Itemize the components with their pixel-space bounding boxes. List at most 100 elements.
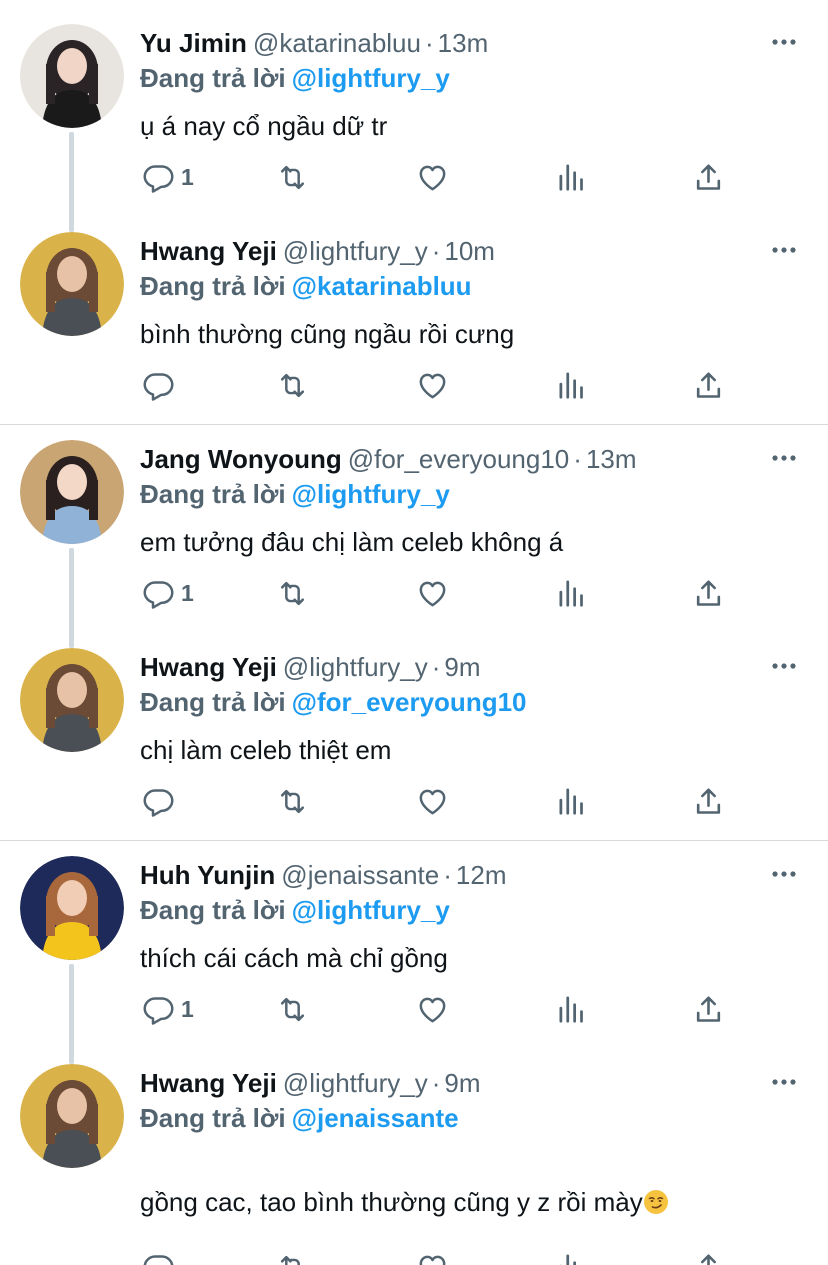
retweet-icon [280, 373, 305, 397]
tweet[interactable]: Hwang Yeji @lightfury_y · 9m Đang trả lời @j… [0, 1040, 828, 1265]
share-button[interactable] [692, 992, 725, 1026]
like-button[interactable] [416, 576, 449, 610]
timestamp[interactable]: 13m [438, 28, 489, 58]
timestamp[interactable]: 9m [444, 1068, 480, 1098]
replying-to-label: Đang trả lời [140, 895, 286, 925]
tweet[interactable]: Hwang Yeji @lightfury_y · 10m Đang trả lời @… [0, 208, 828, 416]
timestamp[interactable]: 13m [586, 444, 637, 474]
display-name[interactable]: Huh Yunjin [140, 860, 275, 890]
tweet-text-content: ụ á nay cổ ngầu dữ tr [140, 111, 388, 141]
like-button[interactable] [416, 992, 449, 1026]
avatar[interactable] [20, 1064, 124, 1168]
reply-button[interactable] [142, 784, 181, 818]
reply-button[interactable] [142, 1250, 181, 1265]
replying-to: Đang trả lời @lightfury_y [140, 893, 450, 927]
tweet-header: Hwang Yeji @lightfury_y · 9m [140, 1066, 481, 1100]
display-name[interactable]: Hwang Yeji [140, 1068, 277, 1098]
replying-to-mention[interactable]: @katarinabluu [292, 271, 472, 301]
timestamp[interactable]: 12m [456, 860, 507, 890]
tweet-text: gồng cac, tao bình thường cũng y z rồi m… [140, 1184, 669, 1220]
more-horizontal-icon[interactable] [770, 652, 798, 680]
user-handle[interactable]: @for_everyoung10 [348, 444, 570, 474]
reply-button[interactable]: 1 [142, 992, 194, 1026]
more-horizontal-icon[interactable] [770, 444, 798, 472]
user-handle[interactable]: @jenaissante [281, 860, 439, 890]
reply-count: 1 [181, 579, 194, 606]
user-handle[interactable]: @lightfury_y [283, 236, 428, 266]
heart-icon [419, 373, 446, 398]
views-chart-icon [559, 1253, 576, 1265]
user-handle[interactable]: @lightfury_y [283, 652, 428, 682]
reply-count: 1 [181, 163, 194, 190]
replying-to-mention[interactable]: @lightfury_y [292, 479, 450, 509]
views-button[interactable] [554, 576, 587, 610]
user-handle[interactable]: @lightfury_y [283, 1068, 428, 1098]
avatar[interactable] [20, 232, 124, 336]
tweet-text: bình thường cũng ngầu rồi cưng [140, 316, 514, 352]
replying-to-label: Đang trả lời [140, 271, 286, 301]
reply-button[interactable] [142, 368, 181, 402]
share-button[interactable] [692, 160, 725, 194]
views-button[interactable] [554, 368, 587, 402]
like-button[interactable] [416, 1250, 449, 1265]
separator-dot: · [431, 236, 441, 266]
retweet-button[interactable] [276, 576, 309, 610]
more-horizontal-icon[interactable] [770, 1068, 798, 1096]
timestamp[interactable]: 9m [444, 652, 480, 682]
views-button[interactable] [554, 1250, 587, 1265]
reply-button[interactable]: 1 [142, 576, 194, 610]
replying-to-label: Đang trả lời [140, 479, 286, 509]
display-name[interactable]: Jang Wonyoung [140, 444, 342, 474]
tweet-header: Jang Wonyoung @for_everyoung10 · 13m [140, 442, 637, 476]
reply-button[interactable]: 1 [142, 160, 194, 194]
share-button[interactable] [692, 1250, 725, 1265]
replying-to-label: Đang trả lời [140, 63, 286, 93]
separator-dot: · [431, 652, 441, 682]
like-button[interactable] [416, 784, 449, 818]
comment-icon [143, 1254, 174, 1265]
share-button[interactable] [692, 784, 725, 818]
heart-icon [419, 1255, 446, 1265]
timestamp[interactable]: 10m [444, 236, 495, 266]
share-button[interactable] [692, 576, 725, 610]
views-button[interactable] [554, 784, 587, 818]
tweet[interactable]: Huh Yunjin @jenaissante · 12m Đang trả lời @… [0, 832, 828, 1040]
share-icon [696, 788, 721, 814]
retweet-button[interactable] [276, 1250, 309, 1265]
avatar[interactable] [20, 856, 124, 960]
tweet[interactable]: Hwang Yeji @lightfury_y · 9m Đang trả lời @f… [0, 624, 828, 832]
avatar[interactable] [20, 440, 124, 544]
replying-to-mention[interactable]: @for_everyoung10 [292, 687, 527, 717]
comment-icon [143, 372, 174, 401]
heart-icon [419, 581, 446, 606]
display-name[interactable]: Yu Jimin [140, 28, 247, 58]
user-handle[interactable]: @katarinabluu [253, 28, 421, 58]
comment-icon [143, 996, 174, 1025]
tweet[interactable]: Jang Wonyoung @for_everyoung10 · 13m Đang t… [0, 416, 828, 624]
retweet-button[interactable] [276, 784, 309, 818]
more-horizontal-icon[interactable] [770, 860, 798, 888]
views-button[interactable] [554, 160, 587, 194]
replying-to-label: Đang trả lời [140, 1103, 286, 1133]
tweet-header: Huh Yunjin @jenaissante · 12m [140, 858, 506, 892]
separator-dot: · [443, 860, 452, 890]
heart-icon [419, 789, 446, 814]
like-button[interactable] [416, 368, 449, 402]
replying-to-mention[interactable]: @lightfury_y [292, 63, 450, 93]
retweet-button[interactable] [276, 992, 309, 1026]
avatar[interactable] [20, 648, 124, 752]
like-button[interactable] [416, 160, 449, 194]
display-name[interactable]: Hwang Yeji [140, 652, 277, 682]
tweet[interactable]: Yu Jimin @katarinabluu · 13m Đang trả lời @l… [0, 0, 828, 208]
replying-to-mention[interactable]: @jenaissante [292, 1103, 459, 1133]
avatar[interactable] [20, 24, 124, 128]
more-horizontal-icon[interactable] [770, 236, 798, 264]
views-button[interactable] [554, 992, 587, 1026]
replying-to-mention[interactable]: @lightfury_y [292, 895, 450, 925]
share-button[interactable] [692, 368, 725, 402]
retweet-button[interactable] [276, 160, 309, 194]
tweet-actions: 1 [140, 160, 740, 194]
more-horizontal-icon[interactable] [770, 28, 798, 56]
retweet-button[interactable] [276, 368, 309, 402]
display-name[interactable]: Hwang Yeji [140, 236, 277, 266]
